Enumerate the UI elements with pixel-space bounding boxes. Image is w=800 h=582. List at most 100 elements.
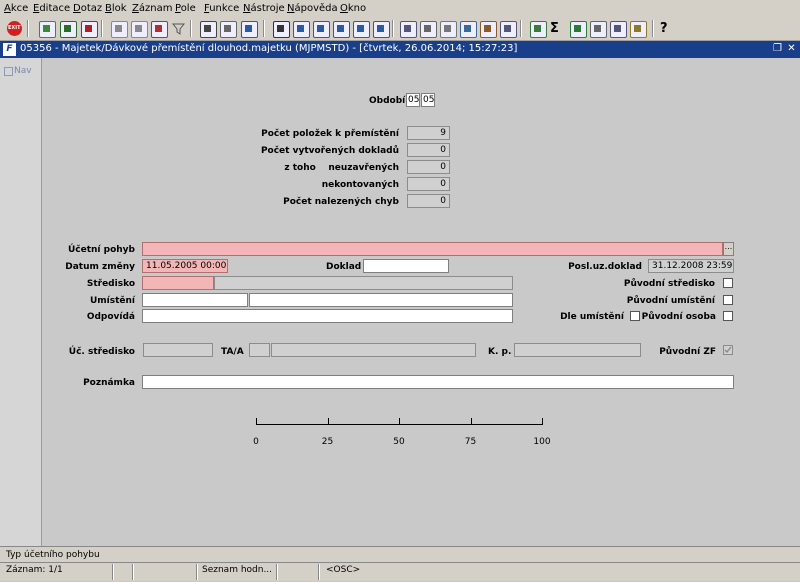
menu-2[interactable]: Editace xyxy=(33,3,70,14)
stredisko-code-field[interactable] xyxy=(142,276,214,290)
odpovida-field[interactable] xyxy=(142,309,513,323)
umisteni-label: Umístění xyxy=(89,296,135,306)
puvodni-umisteni-checkbox[interactable] xyxy=(723,295,733,305)
doklad-field[interactable] xyxy=(363,259,449,273)
nav-label[interactable]: Nav xyxy=(14,66,32,76)
document-icon[interactable] xyxy=(420,21,437,38)
progress-tick-label: 100 xyxy=(533,437,551,447)
odpovida-label: Odpovídá xyxy=(86,312,135,322)
menu-10[interactable]: Okno xyxy=(340,3,366,14)
excel-icon[interactable] xyxy=(570,21,587,38)
menu-9[interactable]: Nápověda xyxy=(287,3,338,14)
toolbar-separator xyxy=(101,20,103,37)
cancel-query-icon[interactable] xyxy=(151,21,168,38)
save-icon[interactable] xyxy=(60,21,77,38)
paste-icon[interactable] xyxy=(313,21,330,38)
audit-icon[interactable] xyxy=(590,21,607,38)
progress-tick-label: 75 xyxy=(464,437,477,447)
status-hint: Typ účetního pohybu xyxy=(6,550,100,560)
menu-5[interactable]: Záznam xyxy=(132,3,172,14)
mail-icon[interactable] xyxy=(241,21,258,38)
puvodni-stredisko-label: Původní středisko xyxy=(623,279,715,289)
print-icon[interactable] xyxy=(200,21,217,38)
stat-label-created: Počet vytvořených dokladů xyxy=(260,146,399,156)
restore-icon[interactable]: ❐ xyxy=(772,43,783,54)
attachment-icon[interactable] xyxy=(220,21,237,38)
window-title: 05356 - Majetek/Dávkové přemístění dlouh… xyxy=(20,43,518,54)
stredisko-name-field xyxy=(214,276,513,290)
copy-icon[interactable] xyxy=(293,21,310,38)
poznamka-field[interactable] xyxy=(142,375,734,389)
stat-label-items: Počet položek k přemístění xyxy=(261,129,399,139)
puvodni-osoba-label: Původní osoba xyxy=(641,312,716,322)
toolbar-separator xyxy=(27,20,29,37)
puvodni-zf-label: Původní ZF xyxy=(659,347,716,357)
menu-6[interactable]: Pole xyxy=(175,3,196,14)
app-logo-icon: F xyxy=(3,43,16,56)
ucetni-pohyb-label: Účetní pohyb xyxy=(67,245,135,255)
stat-value-unclosed: 0 xyxy=(407,160,450,174)
dle-umisteni-label: Dle umístění xyxy=(560,312,624,322)
enter-query-icon[interactable] xyxy=(111,21,128,38)
puvodni-zf-checkbox xyxy=(723,345,733,355)
settings-icon[interactable] xyxy=(440,21,457,38)
menu-1[interactable]: Akce xyxy=(4,3,28,14)
progress-tick xyxy=(256,418,257,425)
record-indicator: Záznam: 1/1 xyxy=(6,565,63,575)
kp-label: K. p. xyxy=(488,347,512,357)
help-icon[interactable]: ? xyxy=(660,21,675,36)
menu-8[interactable]: Nástroje xyxy=(243,3,285,14)
ta-a-code-field xyxy=(249,343,270,357)
find-icon[interactable] xyxy=(333,21,350,38)
progress-tick xyxy=(542,418,543,425)
sum-icon[interactable]: Σ xyxy=(550,21,565,36)
filter-icon[interactable] xyxy=(171,21,186,36)
menu-4[interactable]: Blok xyxy=(105,3,127,14)
posl-uz-doklad-label: Posl.uz.doklad xyxy=(568,262,642,272)
menu-3[interactable]: Dotaz xyxy=(73,3,102,14)
ucetni-pohyb-field[interactable] xyxy=(142,242,723,256)
menu-7[interactable]: Funkce xyxy=(204,3,239,14)
period-year-field[interactable]: 05 xyxy=(421,93,435,107)
insert-record-icon[interactable] xyxy=(39,21,56,38)
datum-zmeny-field[interactable]: 11.05.2005 00:00:00 xyxy=(142,259,228,273)
execute-query-icon[interactable] xyxy=(131,21,148,38)
progress-tick-label: 0 xyxy=(253,437,259,447)
puvodni-osoba-checkbox[interactable] xyxy=(723,311,733,321)
progress-tick xyxy=(327,418,329,425)
status-separator xyxy=(318,564,320,580)
window-titlebar: F 05356 - Majetek/Dávkové přemístění dlo… xyxy=(0,41,800,58)
status-separator xyxy=(112,564,114,580)
umisteni-name-field[interactable] xyxy=(249,293,513,307)
progress-tick-label: 50 xyxy=(393,437,405,447)
align-icon[interactable] xyxy=(373,21,390,38)
toolbar-separator xyxy=(190,20,192,37)
stat-label-unclosed: z toho neuzavřených xyxy=(284,163,399,173)
list-icon[interactable] xyxy=(353,21,370,38)
dle-umisteni-checkbox[interactable] xyxy=(630,311,640,321)
refresh-icon[interactable] xyxy=(500,21,517,38)
kp-field xyxy=(514,343,641,357)
exit-icon[interactable]: EXIT xyxy=(7,21,22,36)
cut-icon[interactable] xyxy=(273,21,290,38)
puvodni-stredisko-checkbox[interactable] xyxy=(723,278,733,288)
close-icon[interactable]: ✕ xyxy=(786,43,797,54)
period-month-field[interactable]: 05 xyxy=(406,93,420,107)
lov-button[interactable]: ... xyxy=(723,242,734,256)
umisteni-code-field[interactable] xyxy=(142,293,248,307)
ship-wheel-icon[interactable] xyxy=(480,21,497,38)
osc-indicator: <OSC> xyxy=(326,565,361,575)
list-indicator: Seznam hodn... xyxy=(202,565,273,575)
form-icon[interactable] xyxy=(400,21,417,38)
chart-icon[interactable] xyxy=(530,21,547,38)
posl-uz-doklad-field: 31.12.2008 23:59:56 xyxy=(648,259,734,273)
calendar-icon[interactable] xyxy=(610,21,627,38)
delete-record-icon[interactable] xyxy=(81,21,98,38)
globe-icon[interactable] xyxy=(460,21,477,38)
nav-icon xyxy=(4,67,13,76)
toolbar-separator xyxy=(263,20,265,37)
toolbar-separator xyxy=(520,20,522,37)
status-separator xyxy=(132,564,134,580)
toolbar-separator xyxy=(652,20,654,37)
key-icon[interactable] xyxy=(630,21,647,38)
